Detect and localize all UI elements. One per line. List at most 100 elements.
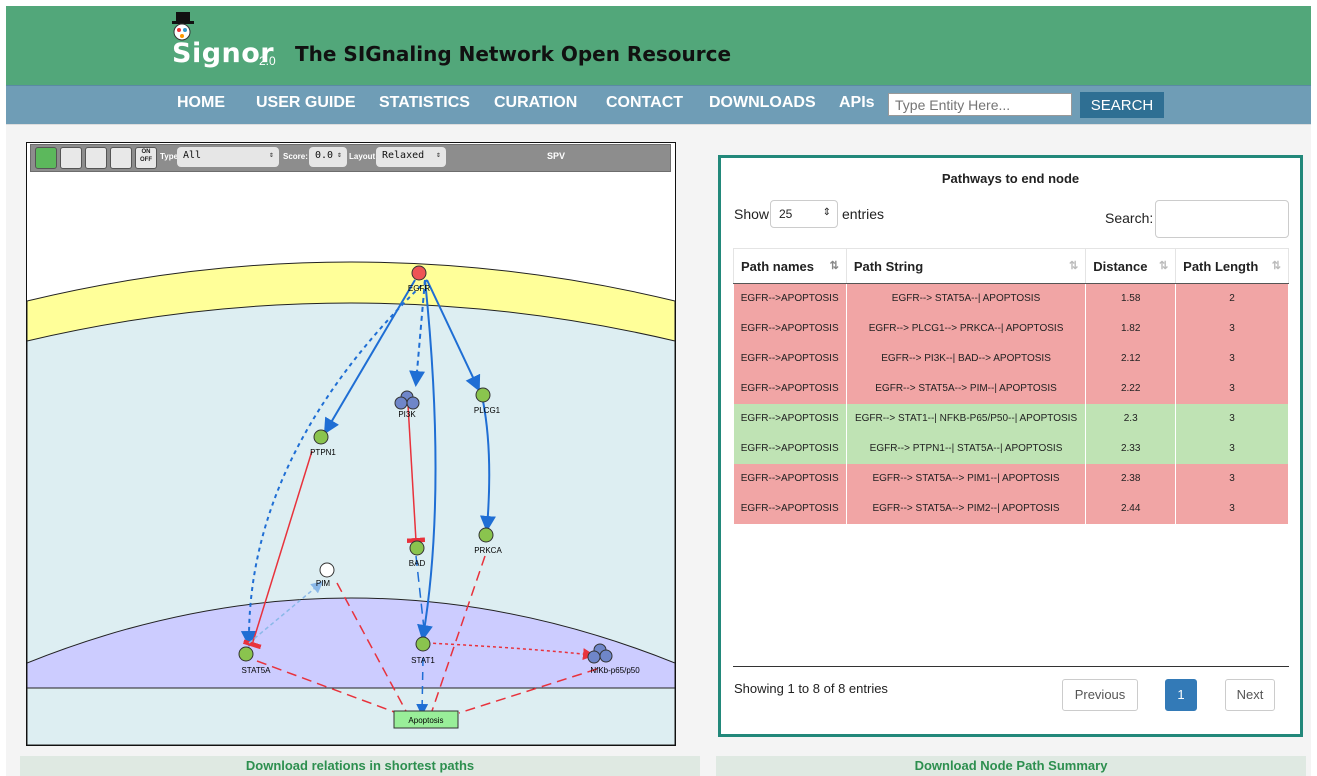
cell-length: 3 [1175, 433, 1289, 464]
cell-path: EGFR--> PTPN1--| STAT5A--| APOPTOSIS [846, 433, 1087, 464]
on-off-toggle-icon[interactable]: ON OFF [135, 147, 157, 169]
cell-distance: 2.38 [1085, 463, 1177, 494]
cell-name: EGFR-->APOPTOSIS [733, 373, 847, 404]
cell-name: EGFR-->APOPTOSIS [733, 403, 847, 434]
table-row[interactable]: EGFR-->APOPTOSIS EGFR--> STAT5A--> PIM1--… [733, 463, 1289, 494]
select-arrows-icon: ⇕ [269, 150, 274, 159]
cell-length: 3 [1175, 493, 1289, 524]
refresh-icon[interactable] [35, 147, 57, 169]
camera-icon[interactable] [60, 147, 82, 169]
select-arrows-icon: ⇕ [822, 207, 831, 218]
node-stat1[interactable] [415, 636, 431, 652]
node-label-egfr: EGFR [408, 284, 430, 293]
column-header-path-names[interactable]: Path names ⇅ [733, 248, 847, 284]
pagination-previous[interactable]: Previous [1062, 679, 1138, 711]
search-button[interactable]: SEARCH [1080, 92, 1164, 118]
cell-length: 3 [1175, 463, 1289, 494]
pagination-page-1[interactable]: 1 [1165, 679, 1197, 711]
cell-path: EGFR--> STAT5A--> PIM2--| APOPTOSIS [846, 493, 1087, 524]
cell-path: EGFR--> STAT5A--> PIM1--| APOPTOSIS [846, 463, 1087, 494]
cell-length: 2 [1175, 283, 1289, 314]
entries-label: entries [842, 206, 885, 222]
type-select[interactable]: All ⇕ [177, 147, 279, 167]
node-label-apoptosis: Apoptosis [408, 716, 443, 725]
node-bad[interactable] [409, 540, 425, 556]
node-label-prkca: PRKCA [474, 546, 502, 555]
cell-distance: 2.33 [1085, 433, 1177, 464]
cell-length: 3 [1175, 313, 1289, 344]
table-row[interactable]: EGFR-->APOPTOSIS EGFR--> PI3K--| BAD--> A… [733, 343, 1289, 374]
nav-statistics[interactable]: STATISTICS [379, 94, 470, 112]
table-search-label: Search: [1105, 210, 1154, 226]
site-tagline: The SIGnaling Network Open Resource [295, 42, 732, 66]
sort-asc-icon: ⇅ [829, 260, 839, 272]
cell-distance: 1.82 [1085, 313, 1177, 344]
node-stat5a[interactable] [238, 646, 254, 662]
cell-path: EGFR--> PLCG1--> PRKCA--| APOPTOSIS [846, 313, 1087, 344]
sort-icon: ⇅ [1158, 260, 1169, 272]
cell-length: 3 [1175, 403, 1289, 434]
spv-label: SPV [547, 151, 566, 161]
score-value: 0.0 [315, 150, 334, 161]
nav-downloads[interactable]: DOWNLOADS [709, 94, 816, 112]
score-select[interactable]: 0.0 ⇕ [309, 147, 347, 167]
node-ptpn1[interactable] [313, 429, 329, 445]
layout-value: Relaxed [382, 150, 425, 161]
cell-name: EGFR-->APOPTOSIS [733, 313, 847, 344]
network-icon[interactable] [110, 147, 132, 169]
entries-per-page-value: 25 [779, 207, 793, 221]
cell-name: EGFR-->APOPTOSIS [733, 463, 847, 494]
nav-apis[interactable]: APIs [839, 94, 875, 112]
layout-select[interactable]: Relaxed ⇕ [376, 147, 446, 167]
cell-length: 3 [1175, 343, 1289, 374]
pagination-next[interactable]: Next [1225, 679, 1275, 711]
column-label: Path names [741, 258, 814, 274]
panel-title: Pathways to end node [941, 171, 1080, 186]
node-pim[interactable] [319, 562, 335, 578]
cell-path: EGFR--> STAT1--| NFKB-P65/P50--| APOPTOS… [846, 403, 1087, 434]
sort-icon: ⇅ [1069, 260, 1079, 272]
table-row[interactable]: EGFR-->APOPTOSIS EGFR--> STAT1--| NFKB-P6… [733, 403, 1289, 434]
table-row[interactable]: EGFR-->APOPTOSIS EGFR--> STAT5A--> PIM2--… [733, 493, 1289, 524]
node-label-stat5a: STAT5A [241, 666, 271, 675]
cell-distance: 1.58 [1085, 283, 1177, 314]
cell-name: EGFR-->APOPTOSIS [733, 493, 847, 524]
cell-path: EGFR--> PI3K--| BAD--> APOPTOSIS [846, 343, 1087, 374]
cell-distance: 2.12 [1085, 343, 1177, 374]
node-label-bad: BAD [409, 559, 426, 568]
table-row[interactable]: EGFR-->APOPTOSIS EGFR--> STAT5A--> PIM--|… [733, 373, 1289, 404]
entity-search-input[interactable] [888, 93, 1072, 116]
nav-home[interactable]: HOME [177, 94, 225, 112]
node-egfr[interactable] [411, 265, 427, 281]
nav-user-guide[interactable]: USER GUIDE [256, 94, 356, 112]
nav-contact[interactable]: CONTACT [606, 94, 683, 112]
node-label-nfkb: NfKb-p65/p50 [590, 666, 640, 675]
table-row[interactable]: EGFR-->APOPTOSIS EGFR--> PTPN1--| STAT5A-… [733, 433, 1289, 464]
entries-per-page-select[interactable]: 25 ⇕ [770, 200, 838, 228]
download-node-summary-link[interactable]: Download Node Path Summary [716, 756, 1306, 776]
node-plcg1[interactable] [475, 387, 491, 403]
download-relations-link[interactable]: Download relations in shortest paths [20, 756, 700, 776]
cell-distance: 2.44 [1085, 493, 1177, 524]
cell-name: EGFR-->APOPTOSIS [733, 433, 847, 464]
table-footer-divider [733, 666, 1289, 667]
table-row[interactable]: EGFR-->APOPTOSIS EGFR--> STAT5A--| APOPTO… [733, 283, 1289, 314]
pathways-table: Path names ⇅ Path String ⇅ Distance ⇅ Path … [733, 248, 1289, 524]
table-search-input[interactable] [1155, 200, 1289, 238]
column-header-path-length[interactable]: Path Length ⇅ [1175, 248, 1289, 284]
node-label-pim: PIM [316, 579, 331, 588]
node-label-stat1: STAT1 [411, 656, 435, 665]
layout-label: Layout: [349, 152, 378, 161]
node-prkca[interactable] [478, 527, 494, 543]
cell-distance: 2.3 [1085, 403, 1177, 434]
nav-curation[interactable]: CURATION [494, 94, 577, 112]
node-label-pi3k: PI3K [398, 410, 416, 419]
column-label: Distance [1093, 258, 1148, 274]
select-arrows-icon: ⇕ [337, 150, 342, 159]
export-icon[interactable] [85, 147, 107, 169]
pathway-graph[interactable]: EGFR PI3K PLCG1 PTPN1 BAD PRKCA PIM STAT… [27, 173, 675, 745]
column-header-distance[interactable]: Distance ⇅ [1085, 248, 1177, 284]
select-arrows-icon: ⇕ [436, 150, 441, 159]
column-header-path-string[interactable]: Path String ⇅ [845, 248, 1087, 284]
table-row[interactable]: EGFR-->APOPTOSIS EGFR--> PLCG1--> PRKCA--… [733, 313, 1289, 344]
